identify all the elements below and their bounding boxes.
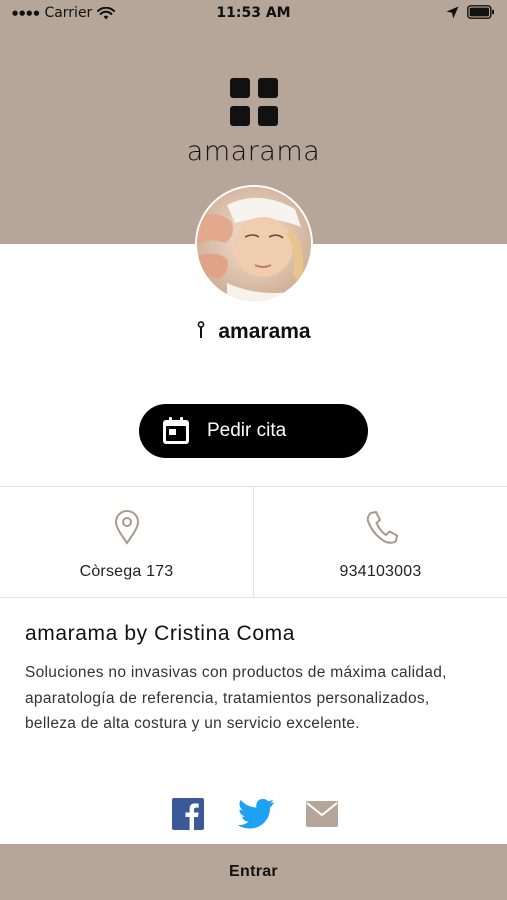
phone-text: 934103003 — [339, 563, 422, 580]
address-cell[interactable]: Còrsega 173 — [0, 487, 253, 597]
pin-icon — [197, 321, 205, 338]
status-bar: ●●●● Carrier 11:53 AM — [0, 0, 507, 26]
enter-button[interactable]: Entrar — [0, 844, 507, 900]
phone-cell[interactable]: 934103003 — [253, 487, 507, 597]
twitter-icon[interactable] — [237, 798, 275, 830]
address-text: Còrsega 173 — [79, 563, 174, 580]
place-name: amarama — [218, 320, 311, 343]
contact-info-grid: Còrsega 173 934103003 — [0, 486, 507, 598]
book-appointment-label: Pedir cita — [207, 420, 287, 441]
brand-logo-icon — [230, 78, 278, 126]
status-time: 11:53 AM — [216, 5, 291, 21]
description-title: amarama by Cristina Coma — [25, 622, 295, 645]
location-arrow-icon — [446, 6, 459, 18]
facebook-icon[interactable] — [172, 798, 204, 830]
brand-logo-text: amarama — [186, 136, 321, 167]
business-avatar — [195, 185, 313, 303]
email-icon[interactable] — [306, 801, 338, 827]
description-body: Soluciones no invasivas con productos de… — [25, 664, 447, 732]
enter-button-label: Entrar — [229, 863, 278, 880]
calendar-icon — [163, 417, 189, 444]
battery-icon — [467, 5, 494, 19]
spa-treatment-photo — [197, 187, 311, 301]
location-pin-icon — [114, 510, 139, 545]
phone-icon — [366, 511, 398, 544]
place-title-row: amarama — [0, 320, 507, 344]
status-right — [446, 5, 495, 19]
book-appointment-button[interactable]: Pedir cita — [139, 404, 368, 458]
